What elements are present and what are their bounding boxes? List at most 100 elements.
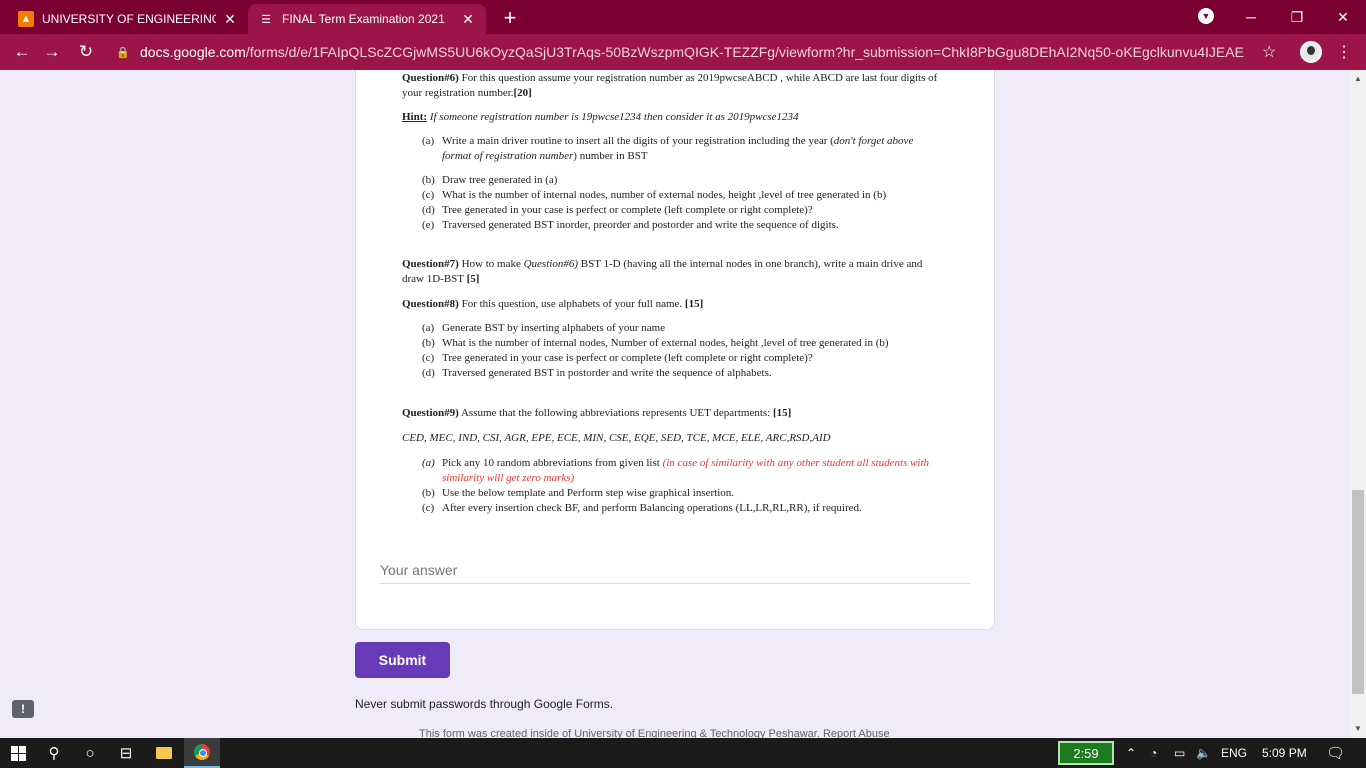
item-label: (b) [422,337,435,349]
windows-start-icon[interactable] [0,738,36,768]
minimize-button[interactable]: ─ [1228,0,1274,34]
tab-search-icon[interactable]: ▼ [1198,8,1214,24]
list-item: (a) Pick any 10 random abbreviations from… [422,456,942,486]
q6-items: (a) Write a main driver routine to insert… [422,134,942,233]
chevron-up-icon[interactable]: ⌃ [1126,738,1136,768]
feedback-icon[interactable]: ! [12,700,34,718]
password-warning: Never submit passwords through Google Fo… [355,697,614,711]
tab-close-icon[interactable]: ✕ [460,11,476,28]
item-label: (c) [422,352,435,364]
item-text-main: Pick any 10 random abbreviations from gi… [442,457,663,469]
task-view-icon[interactable]: ⊟ [108,738,144,768]
notifications-icon[interactable]: 🗨 [1326,738,1345,768]
q6-text: For this question assume your registrati… [402,72,938,99]
submit-button[interactable]: Submit [355,642,450,678]
item-label: (c) [422,502,435,514]
q8-marks: [15] [684,298,704,310]
bookmark-star-icon[interactable]: ☆ [1262,42,1276,62]
list-item: (d) Traversed generated BST in postorder … [422,366,942,381]
volume-icon[interactable]: 🔈 [1196,738,1211,768]
scroll-up-icon[interactable]: ▲ [1354,74,1362,83]
battery-icon[interactable]: ▭ [1174,738,1185,768]
lock-icon: 🔒 [116,46,130,59]
scroll-down-icon[interactable]: ▼ [1354,724,1362,733]
answer-input[interactable]: Your answer [380,562,970,584]
address-bar[interactable]: 🔒 docs.google.com/forms/d/e/1FAIpQLScZCG… [108,37,1298,67]
hint-text: If someone registration number is 19pwcs… [427,111,799,123]
google-forms-icon: ☰ [261,13,271,26]
item-label: (a) [422,457,435,469]
item-text: Tree generated in your case is perfect o… [442,352,813,364]
list-item: (b) What is the number of internal nodes,… [422,336,942,351]
restore-button[interactable]: ❐ [1274,0,1320,34]
forward-arrow-icon[interactable]: → [40,40,64,64]
item-label: (e) [422,219,435,231]
item-label: (a) [422,322,435,334]
cortana-icon[interactable]: ○ [72,738,108,768]
item-text-pre: Write a main driver routine to insert al… [442,135,834,147]
tab-final-term[interactable]: ☰ FINAL Term Examination 2021 ✕ [248,4,486,34]
list-item: (c) What is the number of internal nodes,… [422,188,942,203]
list-item: (b) Draw tree generated in (a) [422,173,942,188]
q9-marks: [15] [773,407,792,419]
reload-icon[interactable]: ↻ [74,40,98,64]
list-item: (a) Generate BST by inserting alphabets o… [422,321,942,336]
menu-dots-icon[interactable]: ⋮ [1336,42,1352,62]
timer-badge[interactable]: 2:59 [1058,741,1114,765]
q9-items: (a) Pick any 10 random abbreviations from… [422,456,942,516]
list-item: (c) Tree generated in your case is perfec… [422,351,942,366]
q7-paragraph: Question#7) How to make Question#6) BST … [402,257,942,287]
q6-marks: [20] [513,87,532,99]
item-label: (b) [422,174,435,186]
q7-head: Question#7) [402,258,459,270]
form-footer: This form was created inside of Universi… [419,728,890,738]
back-arrow-icon[interactable]: ← [10,40,34,64]
question-card: Question#6) For this question assume you… [355,70,995,630]
profile-avatar[interactable] [1300,41,1322,63]
search-icon[interactable]: ⚲ [36,738,72,768]
tab-title: UNIVERSITY OF ENGINEERING & [42,12,216,26]
url-text[interactable]: docs.google.com/forms/d/e/1FAIpQLScZCGjw… [140,44,1250,60]
tab-close-icon[interactable]: ✕ [222,11,238,28]
window-close-button[interactable]: ✕ [1320,0,1366,34]
item-label: (a) [422,135,435,147]
url-path: /forms/d/e/1FAIpQLScZCGjwMS5UU6kOyzQaSjU… [245,44,1244,60]
q9-text: Assume that the following abbreviations … [458,407,773,419]
q8-items: (a) Generate BST by inserting alphabets o… [422,321,942,381]
list-item: (a) Write a main driver routine to insert… [422,134,942,164]
q6-head: Question#6) [402,72,459,84]
tab-title: FINAL Term Examination 2021 [282,12,445,26]
item-label: (c) [422,189,435,201]
item-text: What is the number of internal nodes, Nu… [442,337,889,349]
new-tab-button[interactable]: + [498,5,522,31]
item-label: (d) [422,367,435,379]
page-content: Question#6) For this question assume you… [0,70,1350,738]
clock[interactable]: 5:09 PM [1262,738,1307,768]
q6-hint: Hint: If someone registration number is … [402,110,942,125]
url-host: docs.google.com [140,44,246,60]
q7-text-pre: How to make [458,258,524,270]
item-text: Traversed generated BST in postorder and… [442,367,772,379]
chrome-icon[interactable] [184,738,220,768]
item-text: Traversed generated BST inorder, preorde… [442,219,839,231]
item-text: Use the below template and Perform step … [442,487,735,499]
item-text: What is the number of internal nodes, nu… [442,189,887,201]
q7-text-italic: Question#6) [523,258,578,270]
file-explorer-icon[interactable] [146,738,182,768]
tab-university[interactable]: ▲ UNIVERSITY OF ENGINEERING & ✕ [8,4,248,34]
item-text: Generate BST by inserting alphabets of y… [442,322,666,334]
list-item: (c) After every insertion check BF, and p… [422,501,942,516]
page-scrollbar[interactable]: ▲ ▼ [1350,70,1366,738]
browser-toolbar: ← → ↻ 🔒 docs.google.com/forms/d/e/1FAIpQ… [0,34,1366,70]
wifi-icon[interactable]: ◔ [1150,738,1157,768]
q6-paragraph: Question#6) For this question assume you… [402,71,942,101]
item-text: Draw tree generated in (a) [442,174,558,186]
list-item: (e) Traversed generated BST inorder, preo… [422,218,942,233]
scroll-thumb[interactable] [1352,490,1364,694]
item-text: Tree generated in your case is perfect o… [442,204,813,216]
windows-taskbar: ⚲ ○ ⊟ 2:59 ⌃ ◔ ▭ 🔈 ENG 5:09 PM 🗨 [0,738,1366,768]
q8-text: For this question, use alphabets of your… [458,298,685,310]
item-text: After every insertion check BF, and perf… [442,502,862,514]
language-indicator[interactable]: ENG [1221,738,1247,768]
q7-marks: [5] [466,273,480,285]
